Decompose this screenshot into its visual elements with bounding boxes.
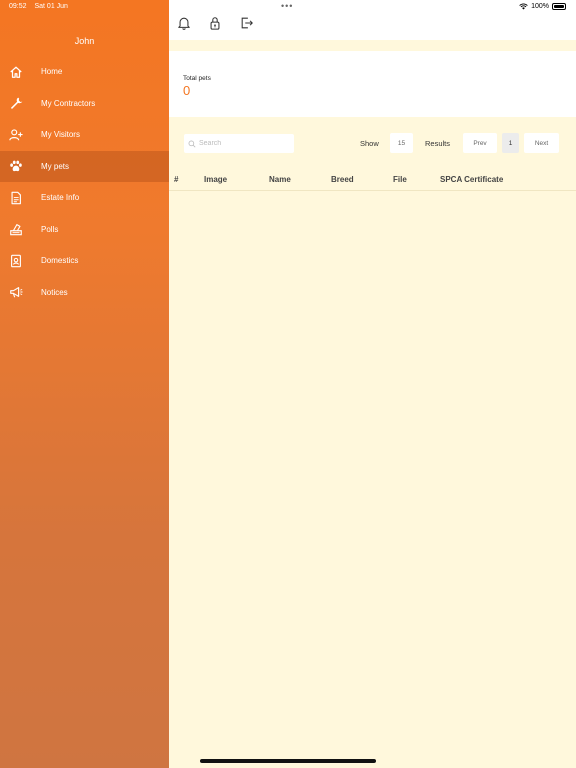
sidebar-item-my-pets[interactable]: My pets [0,150,169,182]
sidebar-item-label: My Contractors [41,98,96,108]
sidebar-item-polls[interactable]: Polls [0,214,169,246]
search-input[interactable] [199,140,289,147]
battery-percentage: 100% [531,3,549,10]
sidebar: John Home My Contractors My Visitors My … [0,0,169,768]
search-icon [188,140,196,147]
battery-icon [552,3,566,10]
page-size-select[interactable]: 15 [390,133,413,153]
pets-table-header: # Image Name Breed File SPCA Certificate [169,169,576,191]
add-person-icon [8,127,24,143]
prev-button[interactable]: Prev [463,133,497,153]
column-header: Image [204,175,228,184]
results-label: Results [425,139,451,148]
sidebar-item-label: My pets [41,161,70,171]
ballot-box-icon [8,221,24,237]
sidebar-item-label: Home [41,67,63,77]
lock-icon[interactable] [208,16,224,32]
user-name: John [74,36,95,46]
sidebar-item-my-visitors[interactable]: My Visitors [0,119,169,151]
sidebar-nav: Home My Contractors My Visitors My pets [0,56,169,308]
sidebar-item-label: Polls [41,224,59,234]
total-pets-value: 0 [183,83,191,98]
sidebar-item-my-contractors[interactable]: My Contractors [0,88,169,120]
sidebar-item-notices[interactable]: Notices [0,277,169,309]
sidebar-item-label: Estate Info [41,193,80,203]
total-pets-card: Total pets 0 [169,51,576,117]
column-header: File [393,175,407,184]
home-icon [8,64,24,80]
sidebar-item-label: Notices [41,287,68,297]
sidebar-item-home[interactable]: Home [0,56,169,88]
main-content: Total pets 0 Show 15 Results Prev 1 Next… [169,0,576,768]
total-pets-label: Total pets [183,75,211,82]
column-header: SPCA Certificate [440,175,504,184]
show-label: Show [360,139,379,148]
sidebar-item-label: My Visitors [41,130,80,140]
multitask-dots[interactable]: ••• [281,1,293,11]
megaphone-icon [8,284,24,300]
paw-icon [8,158,24,174]
document-icon [8,190,24,206]
wrench-icon [8,95,24,111]
logout-icon[interactable] [240,16,256,32]
sidebar-item-label: Domestics [41,256,79,266]
status-bar: 09:52 Sat 01 Jun ••• 100% [0,0,576,14]
home-indicator[interactable] [200,759,376,763]
id-card-icon [8,253,24,269]
current-page-button[interactable]: 1 [502,133,519,153]
bell-icon[interactable] [177,16,193,32]
wifi-icon [519,3,528,10]
column-header: Name [269,175,291,184]
column-header: Breed [331,175,354,184]
status-left: 09:52 Sat 01 Jun [9,3,74,10]
column-header: # [174,175,179,184]
status-time: 09:52 [9,3,27,10]
sidebar-item-domestics[interactable]: Domestics [0,245,169,277]
status-date: Sat 01 Jun [34,3,68,10]
status-right: 100% [519,3,566,10]
sidebar-item-estate-info[interactable]: Estate Info [0,182,169,214]
next-button[interactable]: Next [524,133,559,153]
search-box[interactable] [184,134,294,153]
